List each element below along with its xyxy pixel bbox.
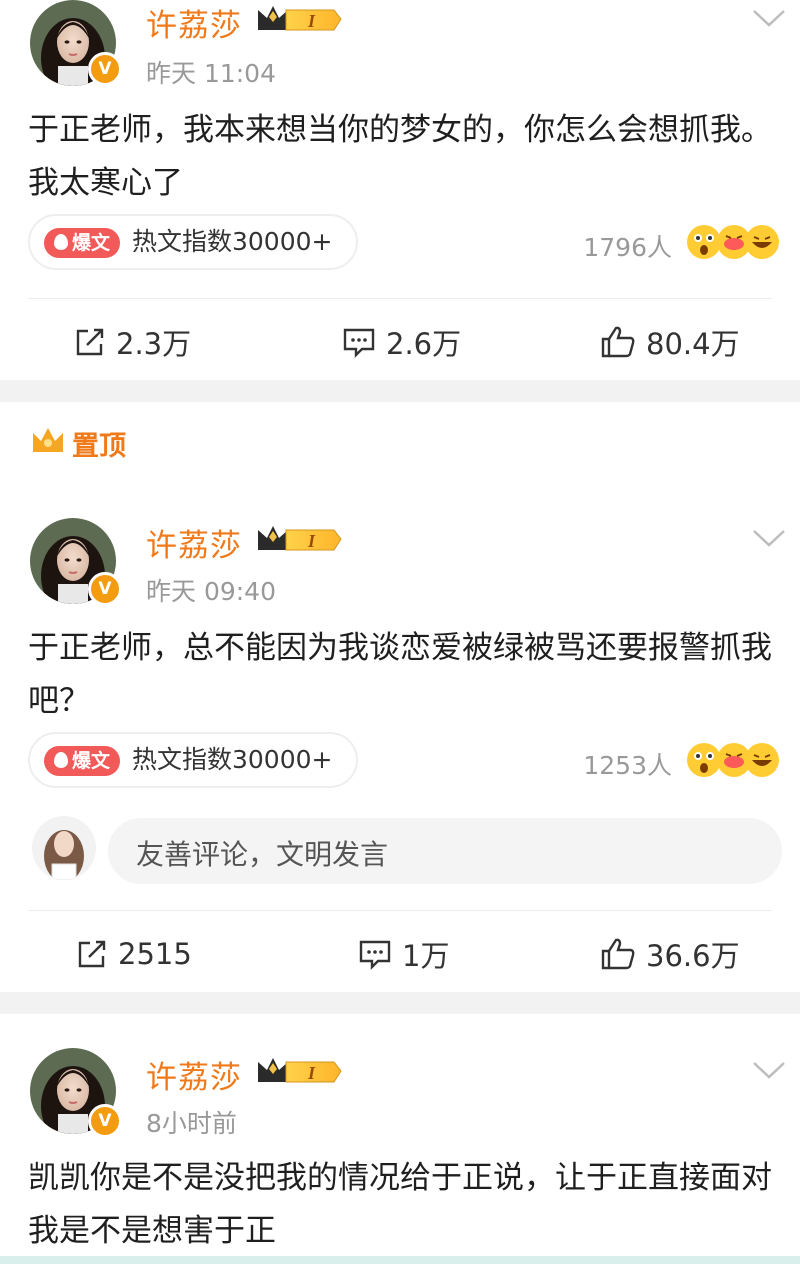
username[interactable]: 许荔莎: [146, 0, 242, 45]
pinned-label: 置顶: [72, 431, 126, 462]
chevron-down-icon[interactable]: [752, 1060, 786, 1080]
hot-index-text: 热文指数30000+: [132, 745, 333, 774]
crown-icon: I: [258, 526, 342, 551]
crown-icon: I: [258, 1058, 342, 1083]
divider: [28, 910, 772, 911]
flame-icon: [54, 234, 68, 250]
comment-icon: [359, 940, 391, 970]
section-gap: [0, 380, 800, 402]
verified-badge: V: [88, 52, 122, 86]
comment-button[interactable]: 1万: [358, 934, 449, 974]
comment-count: 1万: [402, 939, 450, 973]
hot-tag-label: 爆文: [72, 232, 111, 254]
crown-icon: I: [258, 6, 342, 31]
like-count: 36.6万: [646, 939, 740, 973]
vip-level: I: [307, 11, 316, 31]
hot-index-text: 热文指数30000+: [132, 227, 333, 256]
vip-badge[interactable]: I: [256, 2, 342, 36]
my-avatar[interactable]: [32, 816, 96, 880]
comment-count: 2.6万: [386, 327, 462, 361]
repost-button[interactable]: 2515: [76, 934, 192, 974]
verified-badge: V: [88, 1104, 122, 1138]
like-icon: [601, 326, 635, 358]
username[interactable]: 许荔莎: [146, 520, 242, 565]
like-count: 80.4万: [646, 327, 740, 361]
like-button[interactable]: 80.4万: [600, 322, 740, 362]
reaction-emoji-icon[interactable]: [684, 740, 780, 780]
post-text: 于正老师，总不能因为我谈恋爱被绿被骂还要报警抓我吧？: [28, 630, 772, 719]
hot-index-pill[interactable]: 爆文 热文指数30000+: [28, 732, 358, 788]
hot-tag-label: 爆文: [72, 750, 111, 772]
flame-icon: [54, 752, 68, 768]
vip-badge[interactable]: I: [256, 1054, 342, 1088]
next-post-edge: [0, 1256, 800, 1264]
reaction-count: 1253人: [583, 751, 672, 780]
section-gap: [0, 992, 800, 1014]
post-time: 8小时前: [146, 1109, 237, 1138]
repost-icon: [76, 328, 104, 356]
divider: [28, 298, 772, 299]
verified-badge: V: [88, 572, 122, 606]
vip-level: I: [307, 531, 316, 551]
repost-count: 2.3万: [116, 327, 192, 361]
chevron-down-icon[interactable]: [752, 8, 786, 28]
post-text: 凯凯你是不是没把我的情况给于正说，让于正直接面对我是不是想害于正: [28, 1160, 772, 1249]
post-time: 昨天 09:40: [146, 577, 276, 606]
comment-icon: [343, 328, 375, 358]
chevron-down-icon[interactable]: [752, 528, 786, 548]
like-button[interactable]: 36.6万: [600, 934, 740, 974]
comment-input[interactable]: 友善评论，文明发言: [108, 818, 782, 884]
crown-icon: [33, 428, 63, 452]
vip-badge[interactable]: I: [256, 522, 342, 556]
hot-index-pill[interactable]: 爆文 热文指数30000+: [28, 214, 358, 270]
comment-placeholder: 友善评论，文明发言: [136, 838, 389, 871]
post-text: 于正老师，我本来想当你的梦女的，你怎么会想抓我。我太寒心了: [28, 112, 772, 201]
post-time: 昨天 11:04: [146, 59, 276, 88]
reaction-emoji-icon[interactable]: [684, 222, 780, 262]
like-icon: [601, 938, 635, 970]
vip-level: I: [307, 1063, 316, 1083]
repost-button[interactable]: 2.3万: [74, 322, 191, 362]
comment-button[interactable]: 2.6万: [342, 322, 461, 362]
reaction-count: 1796人: [583, 233, 672, 262]
repost-icon: [78, 940, 106, 968]
username[interactable]: 许荔莎: [146, 1052, 242, 1097]
repost-count: 2515: [118, 937, 192, 971]
